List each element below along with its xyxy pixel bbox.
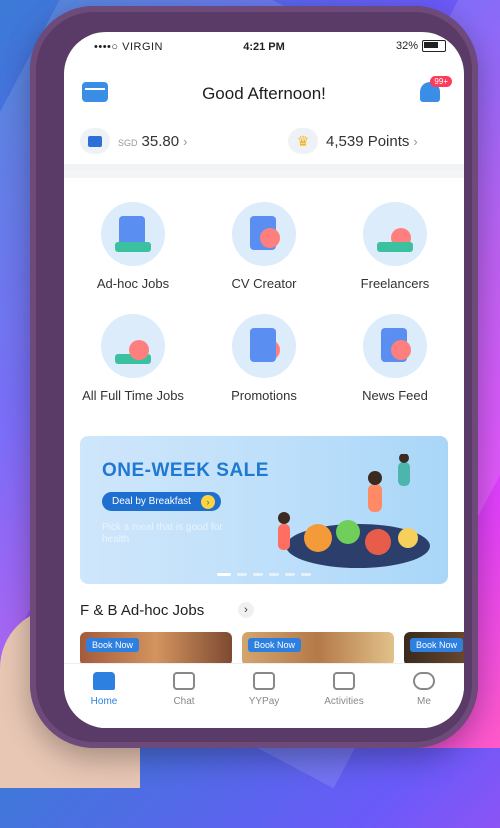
phone-frame: ••••○ VIRGIN 4:21 PM 32% Good Afternoon!… [30,6,478,748]
tab-label: Chat [173,696,195,707]
points-value: 4,539 Points › [326,133,418,150]
freelancers-icon [363,202,427,266]
tab-chat[interactable]: Chat [144,664,224,728]
cv-creator-icon [232,202,296,266]
home-icon [93,672,115,690]
book-now-badge: Book Now [86,638,140,652]
wallet-icon [253,672,275,690]
bottom-tab-bar: Home Chat YYPay Activities Me [64,663,464,728]
section-divider [64,170,464,178]
carousel-dots[interactable] [80,573,448,576]
tab-label: Activities [324,696,364,707]
status-bar: ••••○ VIRGIN 4:21 PM 32% [64,32,464,64]
adhoc-jobs-icon [101,202,165,266]
balance-amount: SGD 35.80 › [118,133,187,150]
points-label: 4,539 Points [326,132,410,150]
book-now-badge: Book Now [248,638,302,652]
job-card[interactable]: Book Now [404,632,464,666]
service-label: All Full Time Jobs [82,388,184,403]
service-label: Ad-hoc Jobs [96,276,170,291]
news-feed-icon [363,314,427,378]
jobs-carousel: Book Now Book Now Book Now [80,632,464,666]
calendar-icon [333,672,355,690]
chat-icon [173,672,195,690]
banner-subtitle: Pick a meal that is good for health [102,522,223,545]
promo-banner[interactable]: ONE-WEEK SALE Deal by Breakfast › Pick a… [80,436,448,584]
service-news-feed[interactable]: News Feed [330,314,460,403]
tab-label: YYPay [248,696,280,707]
app-screen: ••••○ VIRGIN 4:21 PM 32% Good Afternoon!… [64,32,464,728]
job-card[interactable]: Book Now [80,632,232,666]
battery-icon [422,40,446,52]
tab-label: Me [417,696,431,707]
service-cv-creator[interactable]: CV Creator [199,202,329,291]
wallet-balance[interactable]: SGD 35.80 › [80,128,187,154]
book-now-badge: Book Now [410,638,464,652]
service-label: Freelancers [360,276,430,291]
battery-percent: 32% [395,40,418,52]
chevron-right-icon[interactable]: › [238,602,254,618]
job-card[interactable]: Book Now [242,632,394,666]
service-freelancers[interactable]: Freelancers [330,202,460,291]
tab-activities[interactable]: Activities [304,664,384,728]
fulltime-jobs-icon [101,314,165,378]
crown-icon: ♛ [288,128,318,154]
points-balance[interactable]: ♛ 4,539 Points › [288,128,418,154]
banner-cta-button[interactable]: Deal by Breakfast › [102,492,221,511]
service-label: CV Creator [231,276,297,291]
status-right: 32% [396,40,446,52]
chevron-right-icon: › [200,495,215,509]
banner-cta-label: Deal by Breakfast [112,496,191,507]
card-icon [80,128,110,154]
chevron-right-icon: › [183,133,188,149]
service-promotions[interactable]: Promotions [199,314,329,403]
service-fulltime-jobs[interactable]: All Full Time Jobs [68,314,198,403]
app-header: Good Afternoon! 99+ [64,76,464,116]
balance-row: SGD 35.80 › ♛ 4,539 Points › [64,128,464,170]
currency-label: SGD [118,137,138,148]
tab-me[interactable]: Me [384,664,464,728]
tab-home[interactable]: Home [64,664,144,728]
service-adhoc-jobs[interactable]: Ad-hoc Jobs [68,202,198,291]
service-label: News Feed [362,388,428,403]
profile-icon [413,672,435,690]
section-title[interactable]: F & B Ad-hoc Jobs [80,602,204,619]
banner-illustration [278,454,430,568]
amount-value: 35.80 [141,132,180,150]
tab-label: Home [90,696,118,707]
promotions-icon [232,314,296,378]
notification-badge: 99+ [430,76,452,87]
banner-title: ONE-WEEK SALE [102,460,269,481]
chevron-right-icon: › [413,133,418,149]
tab-yypay[interactable]: YYPay [224,664,304,728]
service-label: Promotions [231,388,297,403]
greeting-title: Good Afternoon! [202,84,326,103]
